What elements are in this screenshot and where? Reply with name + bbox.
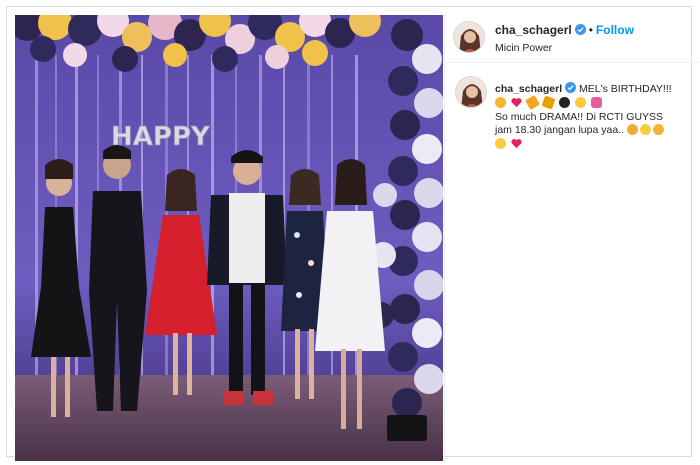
caption-avatar[interactable] — [455, 76, 487, 108]
profile-photo-icon — [454, 22, 484, 52]
header-username-row: cha_schagerl • Follow — [495, 23, 634, 37]
pleading-emoji-icon — [495, 137, 506, 149]
emoji-row-2 — [495, 137, 695, 152]
party-photo-illustration: HAPPY — [15, 15, 443, 461]
smile-emoji-icon — [626, 124, 638, 135]
red-heart-emoji-icon — [511, 138, 522, 149]
caption-text: cha_schagerl MEL's BIRTHDAY!!! So much D… — [495, 82, 695, 152]
caption-line-2: So much DRAMA!! Di RCTI GUYSS — [495, 110, 664, 123]
separator-dot: • — [588, 23, 593, 37]
post-sidebar: cha_schagerl • Follow Micin Power cha_scha… — [444, 14, 699, 463]
caption-username[interactable]: cha_schagerl — [495, 83, 562, 95]
confetti-emoji-icon — [524, 94, 540, 110]
emoji-row-1 — [495, 94, 695, 111]
party-face-emoji-icon — [574, 96, 586, 108]
party-popper-emoji-icon — [541, 94, 556, 110]
caption-line-1: MEL's BIRTHDAY!!! — [579, 83, 672, 95]
heart-eyes-emoji-icon — [652, 124, 664, 135]
bird-emoji-icon — [558, 96, 570, 108]
follow-button[interactable]: Follow — [596, 23, 634, 37]
post-container: HAPPY cha_schagerl • Follow Micin Power … — [6, 6, 699, 463]
post-photo[interactable]: HAPPY — [15, 15, 443, 461]
verified-badge-icon — [565, 82, 577, 93]
avatar[interactable] — [453, 21, 485, 53]
verified-badge-icon — [574, 24, 586, 35]
location-link[interactable]: Micin Power — [495, 42, 552, 54]
caption-line-3: jam 18.30 jangan lupa yaa.. — [495, 124, 625, 136]
username-link[interactable]: cha_schagerl — [495, 23, 572, 37]
ribbon-bow-emoji-icon — [590, 96, 602, 108]
starstruck-emoji-icon — [495, 96, 506, 108]
blush-emoji-icon — [639, 124, 651, 135]
post-header: cha_schagerl • Follow Micin Power — [445, 14, 699, 63]
red-heart-emoji-icon — [511, 97, 522, 108]
profile-photo-icon — [456, 77, 486, 107]
